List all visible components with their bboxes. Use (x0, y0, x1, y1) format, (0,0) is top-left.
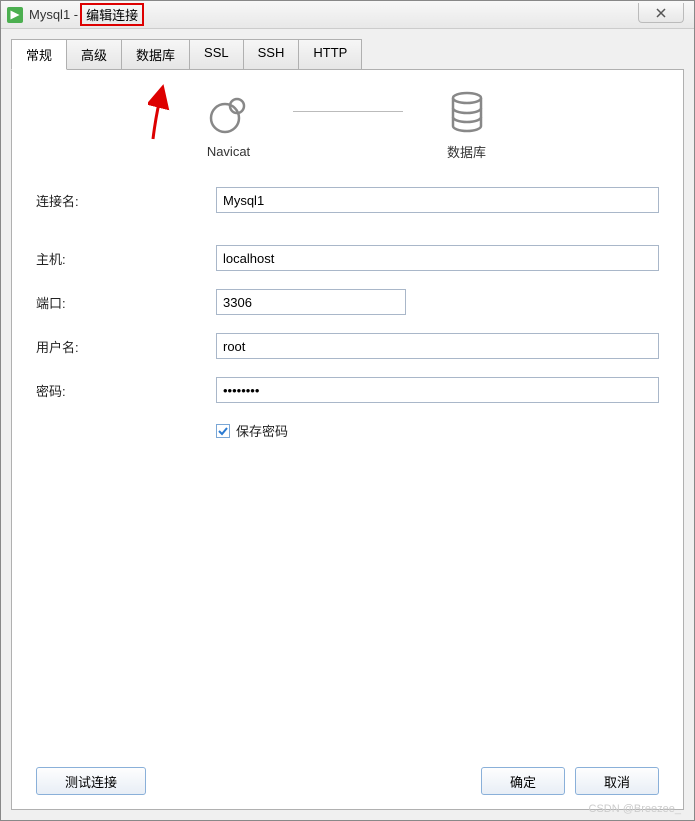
connection-name-input[interactable] (216, 187, 659, 213)
host-input[interactable] (216, 245, 659, 271)
titlebar: Mysql1 - 编辑连接 (1, 1, 694, 29)
tab-row: 常规 高级 数据库 SSL SSH HTTP (11, 39, 684, 70)
save-password-checkbox[interactable] (216, 424, 230, 438)
tab-panel-general: Navicat 数据库 连接名: 主机: (11, 69, 684, 810)
close-icon (655, 7, 667, 19)
user-input[interactable] (216, 333, 659, 359)
watermark: CSDN @Breezee_ (589, 803, 681, 815)
tab-label: 常规 (26, 48, 52, 63)
tab-label: SSL (204, 45, 229, 60)
row-user: 用户名: (36, 333, 659, 359)
tab-advanced[interactable]: 高级 (66, 39, 122, 70)
diagram-navicat: Navicat (205, 90, 253, 159)
save-password-label: 保存密码 (236, 421, 288, 440)
tab-label: HTTP (313, 45, 347, 60)
close-button[interactable] (638, 3, 684, 23)
tab-general[interactable]: 常规 (11, 39, 67, 70)
password-label: 密码: (36, 381, 216, 400)
user-label: 用户名: (36, 337, 216, 356)
cancel-button[interactable]: 取消 (575, 767, 659, 795)
diagram-right-label: 数据库 (443, 142, 491, 161)
row-connection-name: 连接名: (36, 187, 659, 213)
password-input[interactable] (216, 377, 659, 403)
row-host: 主机: (36, 245, 659, 271)
tab-label: SSH (258, 45, 285, 60)
check-icon (218, 426, 228, 436)
tab-http[interactable]: HTTP (298, 39, 362, 70)
diagram-database: 数据库 (443, 88, 491, 161)
window-title-prefix: Mysql1 - (29, 7, 78, 22)
connection-name-label: 连接名: (36, 191, 216, 210)
navicat-icon (205, 90, 253, 138)
row-save-password: 保存密码 (216, 421, 659, 440)
connection-diagram: Navicat 数据库 (36, 88, 659, 161)
dialog-body: 常规 高级 数据库 SSL SSH HTTP Navicat (1, 29, 694, 820)
ok-button[interactable]: 确定 (481, 767, 565, 795)
row-password: 密码: (36, 377, 659, 403)
tab-label: 高级 (81, 48, 107, 63)
port-input[interactable] (216, 289, 406, 315)
app-icon (7, 7, 23, 23)
window-title-highlighted: 编辑连接 (80, 3, 144, 26)
tab-ssl[interactable]: SSL (189, 39, 244, 70)
button-bar: 测试连接 确定 取消 (36, 755, 659, 795)
tab-label: 数据库 (136, 48, 175, 63)
port-label: 端口: (36, 293, 216, 312)
connection-form: 连接名: 主机: 端口: 用户名: 密码: (36, 187, 659, 440)
dialog-window: Mysql1 - 编辑连接 常规 高级 数据库 SSL SSH HTTP Nav… (0, 0, 695, 821)
tab-ssh[interactable]: SSH (243, 39, 300, 70)
tab-database[interactable]: 数据库 (121, 39, 190, 70)
diagram-left-label: Navicat (205, 144, 253, 159)
row-port: 端口: (36, 289, 659, 315)
database-icon (443, 88, 491, 136)
test-connection-button[interactable]: 测试连接 (36, 767, 146, 795)
host-label: 主机: (36, 249, 216, 268)
diagram-connector-line (293, 111, 403, 112)
